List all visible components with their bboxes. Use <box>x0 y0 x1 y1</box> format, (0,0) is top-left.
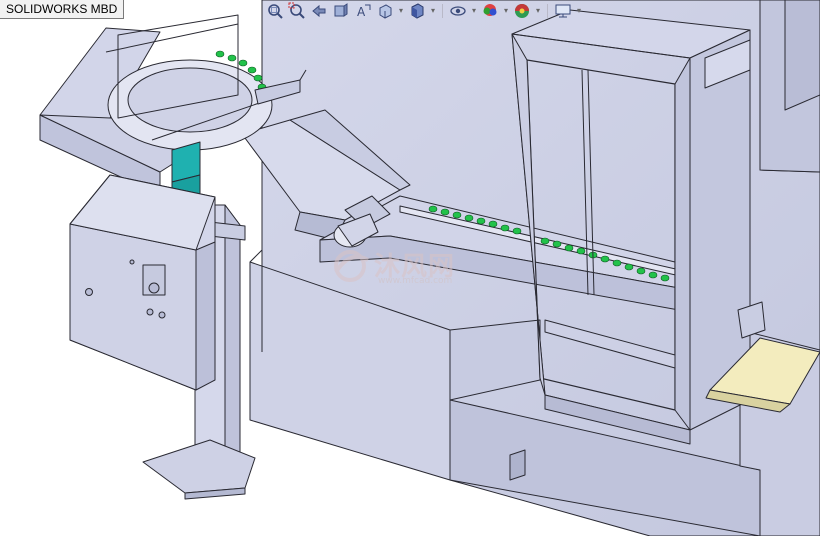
edit-appearance-icon[interactable] <box>480 1 500 21</box>
toolbar-separator <box>547 4 548 18</box>
watermark-logo-icon <box>334 250 369 282</box>
section-view-icon[interactable] <box>331 1 351 21</box>
zoom-to-fit-icon[interactable] <box>265 1 285 21</box>
control-box[interactable] <box>69 174 216 391</box>
dynamic-annotation-views-icon[interactable]: A <box>353 1 373 21</box>
display-style-icon[interactable] <box>407 1 427 21</box>
app-title: SOLIDWORKS MBD <box>0 0 125 19</box>
toolbar-separator <box>442 4 443 18</box>
svg-text:A: A <box>357 5 366 19</box>
zoom-to-area-icon[interactable] <box>287 1 307 21</box>
hide-show-items-icon[interactable] <box>448 1 468 21</box>
previous-view-icon[interactable] <box>309 1 329 21</box>
chevron-down-icon[interactable]: ▾ <box>470 1 478 21</box>
watermark: 沐风网 www.mfcad.com <box>330 246 500 290</box>
heads-up-view-toolbar: A ▾ ▾ ▾ ▾ ▾ ▾ <box>265 0 583 22</box>
view-settings-icon[interactable] <box>553 1 573 21</box>
apply-scene-icon[interactable] <box>512 1 532 21</box>
chevron-down-icon[interactable]: ▾ <box>429 1 437 21</box>
chevron-down-icon[interactable]: ▾ <box>575 1 583 21</box>
chevron-down-icon[interactable]: ▾ <box>534 1 542 21</box>
view-orientation-icon[interactable] <box>375 1 395 21</box>
chevron-down-icon[interactable]: ▾ <box>397 1 405 21</box>
watermark-subtext: www.mfcad.com <box>378 276 453 286</box>
chevron-down-icon[interactable]: ▾ <box>502 1 510 21</box>
graphics-area[interactable]: 沐风网 www.mfcad.com SOLIDWORKS MBD A ▾ ▾ ▾… <box>0 0 820 536</box>
